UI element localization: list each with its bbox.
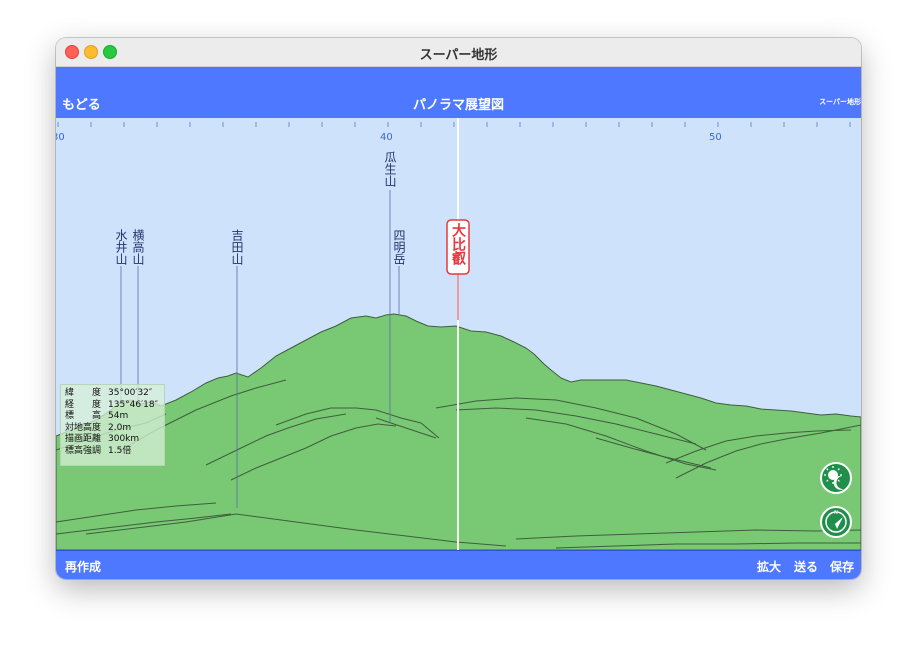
info-value: 135°46′18″ [108,399,158,410]
info-row-latitude: 緯 度 35°00′32″ [65,388,164,400]
peak-label-yokotaka[interactable]: 横高山 [131,229,145,265]
zoom-button[interactable]: 拡大 [757,558,781,575]
title-bar: スーパー地形 [56,38,861,67]
sun-moon-button[interactable] [820,462,852,494]
scale-label-50: 50 [709,132,722,143]
info-label: 緯 度 [65,388,102,398]
info-label: 標高強調 [65,445,102,456]
peak-label-yoshida[interactable]: 吉田山 [230,229,244,265]
panorama-view[interactable]: 30 40 50 [56,118,861,550]
nav-right-logo: スーパー地形 [819,98,861,106]
peak-label-mizui[interactable]: 水井山 [114,229,128,265]
peak-label-uryu[interactable]: 瓜生山 [383,151,397,187]
save-button[interactable]: 保存 [830,558,854,575]
info-label: 標 高 [65,411,102,421]
scale-label-30: 30 [56,132,65,143]
info-value: 35°00′32″ [108,388,153,398]
info-label: 対地高度 [65,422,102,433]
info-value: 2.0m [108,422,132,433]
info-row-exaggeration: 標高強調 1.5倍 [65,446,164,458]
bottom-toolbar: 再作成 拡大 送る 保存 [56,550,861,579]
info-row-ground-height: 対地高度 2.0m [65,423,164,435]
info-value: 54m [108,411,129,421]
peak-label-daihiei[interactable]: 大比叡 [450,222,467,266]
info-value: 300km [108,434,140,444]
navigation-bar: もどる パノラマ展望図 スーパー地形 [56,67,861,118]
scale-label-40: 40 [380,132,393,143]
info-label: 描画距離 [65,434,102,444]
sun-moon-icon [824,466,844,490]
send-button[interactable]: 送る [794,558,818,575]
app-window: スーパー地形 もどる パノラマ展望図 スーパー地形 0 40 50 水井山 横高… [56,38,861,579]
nav-title: パノラマ展望図 [412,98,504,113]
compass-button[interactable]: N [820,506,852,538]
info-label: 経 度 [65,399,102,410]
info-row-elevation: 標 高 54m [65,411,164,423]
info-value: 1.5倍 [108,445,132,456]
window-title: スーパー地形 [419,48,498,63]
svg-text:N: N [834,510,838,516]
info-row-longitude: 経 度 135°46′18″ [65,400,164,412]
location-info-panel: 緯 度 35°00′32″ 経 度 135°46′18″ 標 高 54m 対地高度 2.… [60,384,165,466]
compass-icon: N [825,510,847,533]
info-row-draw-distance: 描画距離 300km [65,434,164,446]
regenerate-button[interactable]: 再作成 [65,558,101,575]
peak-label-shimei[interactable]: 四明岳 [392,229,406,265]
